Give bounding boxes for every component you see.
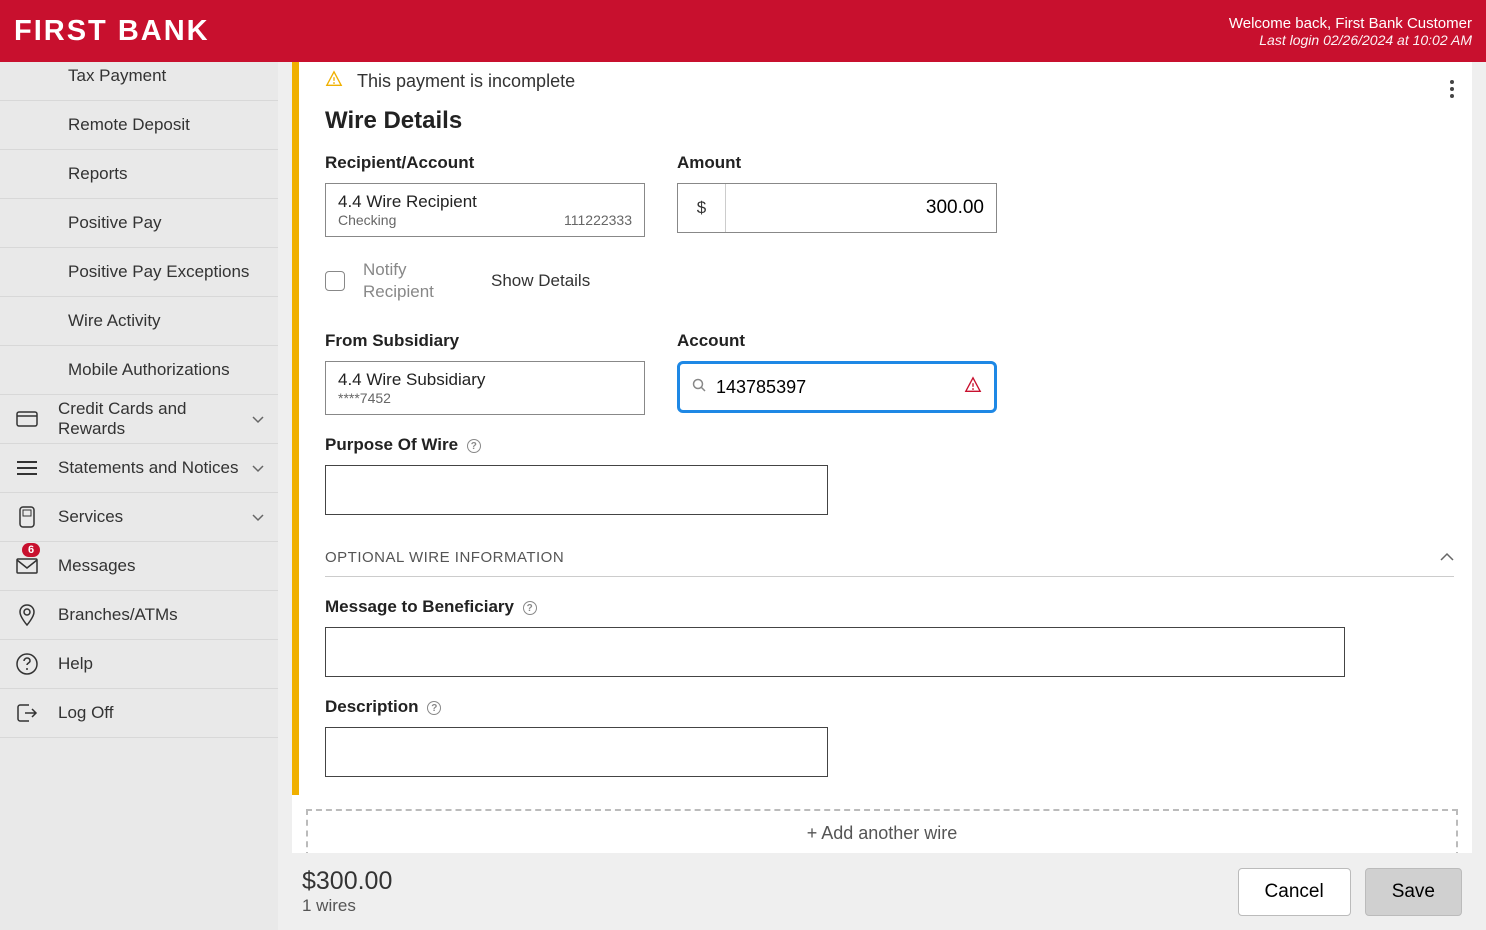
sidebar-item-statements[interactable]: Statements and Notices <box>0 444 278 493</box>
wire-details-block: This payment is incomplete Wire Details … <box>292 62 1472 795</box>
sidebar-item-label: Positive Pay Exceptions <box>68 262 249 282</box>
footer-totals: $300.00 1 wires <box>302 867 392 916</box>
sidebar-item-wire-activity[interactable]: Wire Activity <box>0 297 278 346</box>
pin-icon <box>14 602 40 628</box>
sidebar-item-label: Reports <box>68 164 128 184</box>
sidebar-item-label: Statements and Notices <box>58 458 238 478</box>
recipient-number: 111222333 <box>564 212 632 228</box>
sidebar-item-tax-payment[interactable]: Tax Payment <box>0 62 278 101</box>
cancel-button[interactable]: Cancel <box>1238 868 1351 916</box>
sidebar-item-positive-pay-exceptions[interactable]: Positive Pay Exceptions <box>0 248 278 297</box>
show-details-link[interactable]: Show Details <box>491 271 590 291</box>
logout-icon <box>14 700 40 726</box>
sidebar: Tax Payment Remote Deposit Reports Posit… <box>0 62 278 930</box>
sidebar-item-services[interactable]: Services <box>0 493 278 542</box>
incomplete-text: This payment is incomplete <box>357 71 575 92</box>
sidebar-item-label: Wire Activity <box>68 311 161 331</box>
recipient-label: Recipient/Account <box>325 153 645 173</box>
last-login-text: Last login 02/26/2024 at 10:02 AM <box>1229 32 1472 48</box>
device-icon <box>14 504 40 530</box>
help-tooltip-icon[interactable]: ? <box>523 601 537 615</box>
alert-triangle-icon <box>964 376 982 399</box>
sidebar-item-remote-deposit[interactable]: Remote Deposit <box>0 101 278 150</box>
sidebar-item-label: Tax Payment <box>68 66 166 86</box>
recipient-name: 4.4 Wire Recipient <box>338 192 632 212</box>
help-tooltip-icon[interactable]: ? <box>427 701 441 715</box>
sidebar-item-label: Positive Pay <box>68 213 162 233</box>
save-button[interactable]: Save <box>1365 868 1462 916</box>
chevron-up-icon[interactable] <box>1440 549 1454 566</box>
account-label: Account <box>677 331 997 351</box>
wire-details-title: Wire Details <box>325 107 1454 135</box>
amount-field[interactable]: $ <box>677 183 997 233</box>
mail-icon: 6 <box>14 553 40 579</box>
sidebar-item-label: Mobile Authorizations <box>68 360 230 380</box>
sidebar-item-label: Services <box>58 507 123 527</box>
header-user-info: Welcome back, First Bank Customer Last l… <box>1229 15 1472 48</box>
lines-icon <box>14 455 40 481</box>
wire-count: 1 wires <box>302 896 392 916</box>
sidebar-item-label: Remote Deposit <box>68 115 190 135</box>
optional-section-header[interactable]: OPTIONAL WIRE INFORMATION <box>325 535 1454 577</box>
amount-input[interactable] <box>726 197 996 219</box>
main-area: This payment is incomplete Wire Details … <box>278 62 1486 930</box>
warning-triangle-icon <box>325 70 343 93</box>
messages-badge: 6 <box>22 543 40 557</box>
description-label: Description ? <box>325 697 1454 717</box>
sidebar-item-mobile-authorizations[interactable]: Mobile Authorizations <box>0 346 278 395</box>
account-field[interactable] <box>677 361 997 413</box>
recipient-dropdown[interactable]: 4.4 Wire Recipient Checking 111222333 <box>325 183 645 237</box>
kebab-menu-button[interactable] <box>1444 74 1460 109</box>
optional-header-text: OPTIONAL WIRE INFORMATION <box>325 549 564 566</box>
recipient-type: Checking <box>338 212 396 228</box>
account-input[interactable] <box>716 377 964 398</box>
sidebar-item-help[interactable]: Help <box>0 640 278 689</box>
add-another-wire-button[interactable]: + Add another wire <box>306 809 1458 853</box>
chevron-down-icon <box>252 507 264 527</box>
app-header: FIRST BANK Welcome back, First Bank Cust… <box>0 0 1486 62</box>
sidebar-item-label: Log Off <box>58 703 113 723</box>
purpose-input[interactable] <box>325 465 828 515</box>
sidebar-item-label: Branches/ATMs <box>58 605 178 625</box>
help-tooltip-icon[interactable]: ? <box>467 439 481 453</box>
sidebar-item-positive-pay[interactable]: Positive Pay <box>0 199 278 248</box>
subsidiary-mask: ****7452 <box>338 390 391 406</box>
help-icon <box>14 651 40 677</box>
description-input[interactable] <box>325 727 828 777</box>
subsidiary-dropdown[interactable]: 4.4 Wire Subsidiary ****7452 <box>325 361 645 415</box>
sidebar-item-messages[interactable]: 6 Messages <box>0 542 278 591</box>
welcome-text: Welcome back, First Bank Customer <box>1229 15 1472 32</box>
subsidiary-label: From Subsidiary <box>325 331 645 351</box>
search-icon <box>692 378 706 397</box>
notify-recipient-checkbox[interactable] <box>325 271 345 291</box>
total-amount: $300.00 <box>302 867 392 896</box>
sidebar-item-branches[interactable]: Branches/ATMs <box>0 591 278 640</box>
notify-recipient-label: Notify Recipient <box>363 259 453 303</box>
sidebar-item-label: Messages <box>58 556 135 576</box>
bank-logo: FIRST BANK <box>14 15 210 48</box>
currency-symbol: $ <box>678 184 726 232</box>
subsidiary-name: 4.4 Wire Subsidiary <box>338 370 632 390</box>
sidebar-item-label: Help <box>58 654 93 674</box>
message-input[interactable] <box>325 627 1345 677</box>
incomplete-warning: This payment is incomplete <box>325 70 1454 93</box>
sidebar-item-credit-cards[interactable]: Credit Cards and Rewards <box>0 395 278 444</box>
chevron-down-icon <box>252 409 264 429</box>
sidebar-item-logoff[interactable]: Log Off <box>0 689 278 738</box>
footer-bar: $300.00 1 wires Cancel Save <box>278 853 1486 930</box>
sidebar-item-label: Credit Cards and Rewards <box>58 399 252 439</box>
purpose-label: Purpose Of Wire ? <box>325 435 1454 455</box>
amount-label: Amount <box>677 153 997 173</box>
sidebar-item-reports[interactable]: Reports <box>0 150 278 199</box>
message-label: Message to Beneficiary ? <box>325 597 1454 617</box>
chevron-down-icon <box>252 458 264 478</box>
card-icon <box>14 406 40 432</box>
